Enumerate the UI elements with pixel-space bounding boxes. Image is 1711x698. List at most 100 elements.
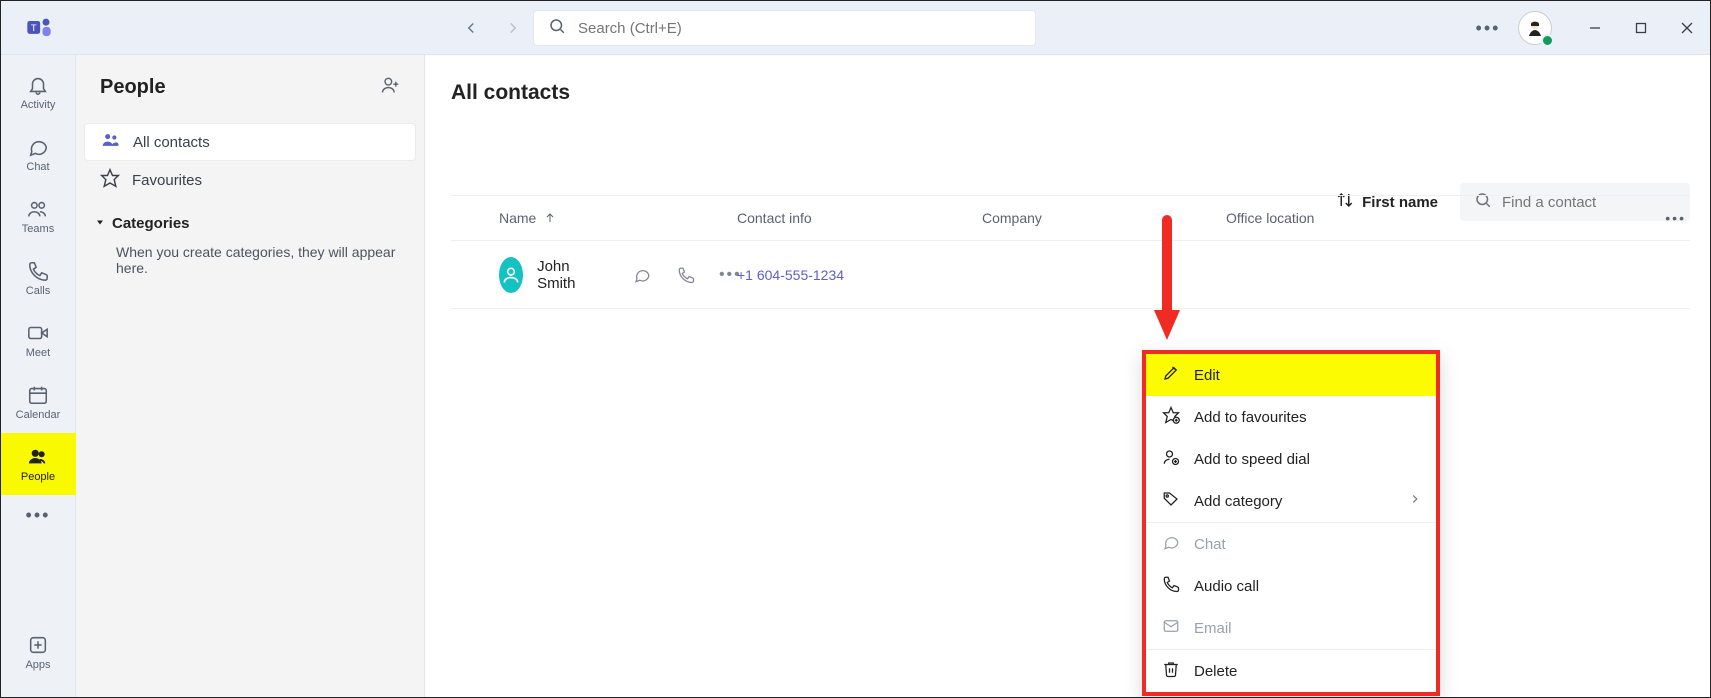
people-icon <box>27 446 49 468</box>
side-item-label: Favourites <box>132 172 202 189</box>
person-add-icon <box>1162 448 1180 470</box>
apps-icon <box>27 634 49 656</box>
rail-calendar[interactable]: Calendar <box>1 371 76 433</box>
side-title: People <box>100 76 166 99</box>
global-search-input[interactable] <box>578 20 1021 37</box>
rail-teams[interactable]: Teams <box>1 185 76 247</box>
ctx-label: Audio call <box>1194 578 1259 595</box>
person-add-icon <box>380 75 400 95</box>
row-chat-button[interactable] <box>625 258 659 292</box>
context-menu: Edit Add to favourites Add to speed dial… <box>1142 350 1440 696</box>
chevron-right-icon <box>1408 492 1422 510</box>
table-row[interactable]: John Smith ••• +1 604-555-1234 <box>451 241 1690 309</box>
rail-label: Calls <box>26 285 50 297</box>
phone-icon <box>27 260 49 282</box>
star-icon <box>100 168 120 192</box>
ctx-add-category[interactable]: Add category <box>1146 480 1436 522</box>
nav-back-button[interactable] <box>456 13 486 43</box>
rail-activity[interactable]: Activity <box>1 61 76 123</box>
chat-icon <box>27 136 49 158</box>
ctx-chat: Chat <box>1146 523 1436 565</box>
person-icon <box>501 265 521 285</box>
column-options-button[interactable]: ••• <box>1665 210 1686 226</box>
rail-label: Calendar <box>16 409 61 421</box>
rail-apps[interactable]: Apps <box>1 621 76 683</box>
page-title: All contacts <box>425 55 1710 105</box>
side-all-contacts[interactable]: All contacts <box>84 123 416 161</box>
ctx-label: Add to favourites <box>1194 409 1307 426</box>
trash-icon <box>1162 660 1180 682</box>
categories-toggle[interactable]: Categories <box>94 215 406 232</box>
side-favourites[interactable]: Favourites <box>84 161 416 199</box>
ctx-add-favourites[interactable]: Add to favourites <box>1146 396 1436 438</box>
title-bar: T ••• <box>1 1 1710 55</box>
teams-icon: T <box>25 14 53 42</box>
rail-chat[interactable]: Chat <box>1 123 76 185</box>
table-header: Name Contact info Company Office locatio… <box>451 195 1690 241</box>
teams-people-icon <box>27 198 49 220</box>
contact-phone[interactable]: +1 604-555-1234 <box>737 267 844 283</box>
col-name-label: Name <box>499 210 536 226</box>
ctx-label: Chat <box>1194 536 1226 553</box>
col-name-header[interactable]: Name <box>451 210 737 226</box>
profile-avatar[interactable] <box>1518 11 1552 45</box>
col-contact-header[interactable]: Contact info <box>737 210 982 226</box>
minimize-icon <box>1589 22 1601 34</box>
contacts-table: Name Contact info Company Office locatio… <box>451 195 1690 309</box>
col-company-label: Company <box>982 210 1042 226</box>
ctx-edit[interactable]: Edit <box>1146 354 1436 396</box>
chevron-down-icon <box>94 215 106 232</box>
contact-name: John Smith <box>537 258 587 292</box>
categories-help-text: When you create categories, they will ap… <box>116 244 406 276</box>
rail-meet[interactable]: Meet <box>1 309 76 371</box>
app-window: T ••• Activity <box>0 0 1711 698</box>
phone-icon <box>677 266 695 284</box>
rail-label: Teams <box>22 223 54 235</box>
rail-label: Activity <box>21 99 56 111</box>
row-call-button[interactable] <box>669 258 703 292</box>
rail-label: Meet <box>26 347 50 359</box>
chat-icon <box>1162 533 1180 555</box>
edit-icon <box>1162 364 1180 386</box>
ctx-label: Edit <box>1194 367 1220 384</box>
teams-logo: T <box>1 14 76 42</box>
rail-label: Chat <box>26 161 49 173</box>
ctx-label: Email <box>1194 620 1232 637</box>
window-close-button[interactable] <box>1664 1 1710 55</box>
side-item-label: All contacts <box>133 134 210 151</box>
rail-calls[interactable]: Calls <box>1 247 76 309</box>
rail-people[interactable]: People <box>1 433 76 495</box>
ctx-delete[interactable]: Delete <box>1146 650 1436 692</box>
ctx-label: Delete <box>1194 663 1237 680</box>
nav-forward-button[interactable] <box>498 13 528 43</box>
contacts-icon <box>101 130 121 154</box>
main-content: All contacts First name Name Contact inf… <box>425 55 1710 697</box>
video-icon <box>27 322 49 344</box>
maximize-icon <box>1635 22 1647 34</box>
arrow-up-icon <box>544 212 556 224</box>
mail-icon <box>1162 617 1180 639</box>
chevron-left-icon <box>462 19 480 37</box>
search-icon <box>548 17 566 40</box>
settings-more-button[interactable]: ••• <box>1468 18 1508 39</box>
star-add-icon <box>1162 406 1180 428</box>
svg-text:T: T <box>30 22 36 32</box>
global-search[interactable] <box>533 10 1036 46</box>
ctx-label: Add category <box>1194 493 1282 510</box>
window-minimize-button[interactable] <box>1572 1 1618 55</box>
categories-label: Categories <box>112 215 190 232</box>
add-contact-button[interactable] <box>380 75 400 100</box>
col-office-label: Office location <box>1226 210 1314 226</box>
ctx-add-speed-dial[interactable]: Add to speed dial <box>1146 438 1436 480</box>
app-rail: Activity Chat Teams Calls Meet Calendar <box>1 55 76 697</box>
phone-icon <box>1162 575 1180 597</box>
col-contact-label: Contact info <box>737 210 812 226</box>
rail-more[interactable]: ••• <box>1 495 75 535</box>
people-side-panel: People All contacts Favourites Categorie… <box>76 55 425 697</box>
contact-avatar <box>499 257 523 293</box>
close-icon <box>1681 22 1693 34</box>
col-company-header[interactable]: Company <box>982 210 1226 226</box>
col-office-header[interactable]: Office location <box>1226 210 1690 226</box>
window-maximize-button[interactable] <box>1618 1 1664 55</box>
ctx-audio-call[interactable]: Audio call <box>1146 565 1436 607</box>
